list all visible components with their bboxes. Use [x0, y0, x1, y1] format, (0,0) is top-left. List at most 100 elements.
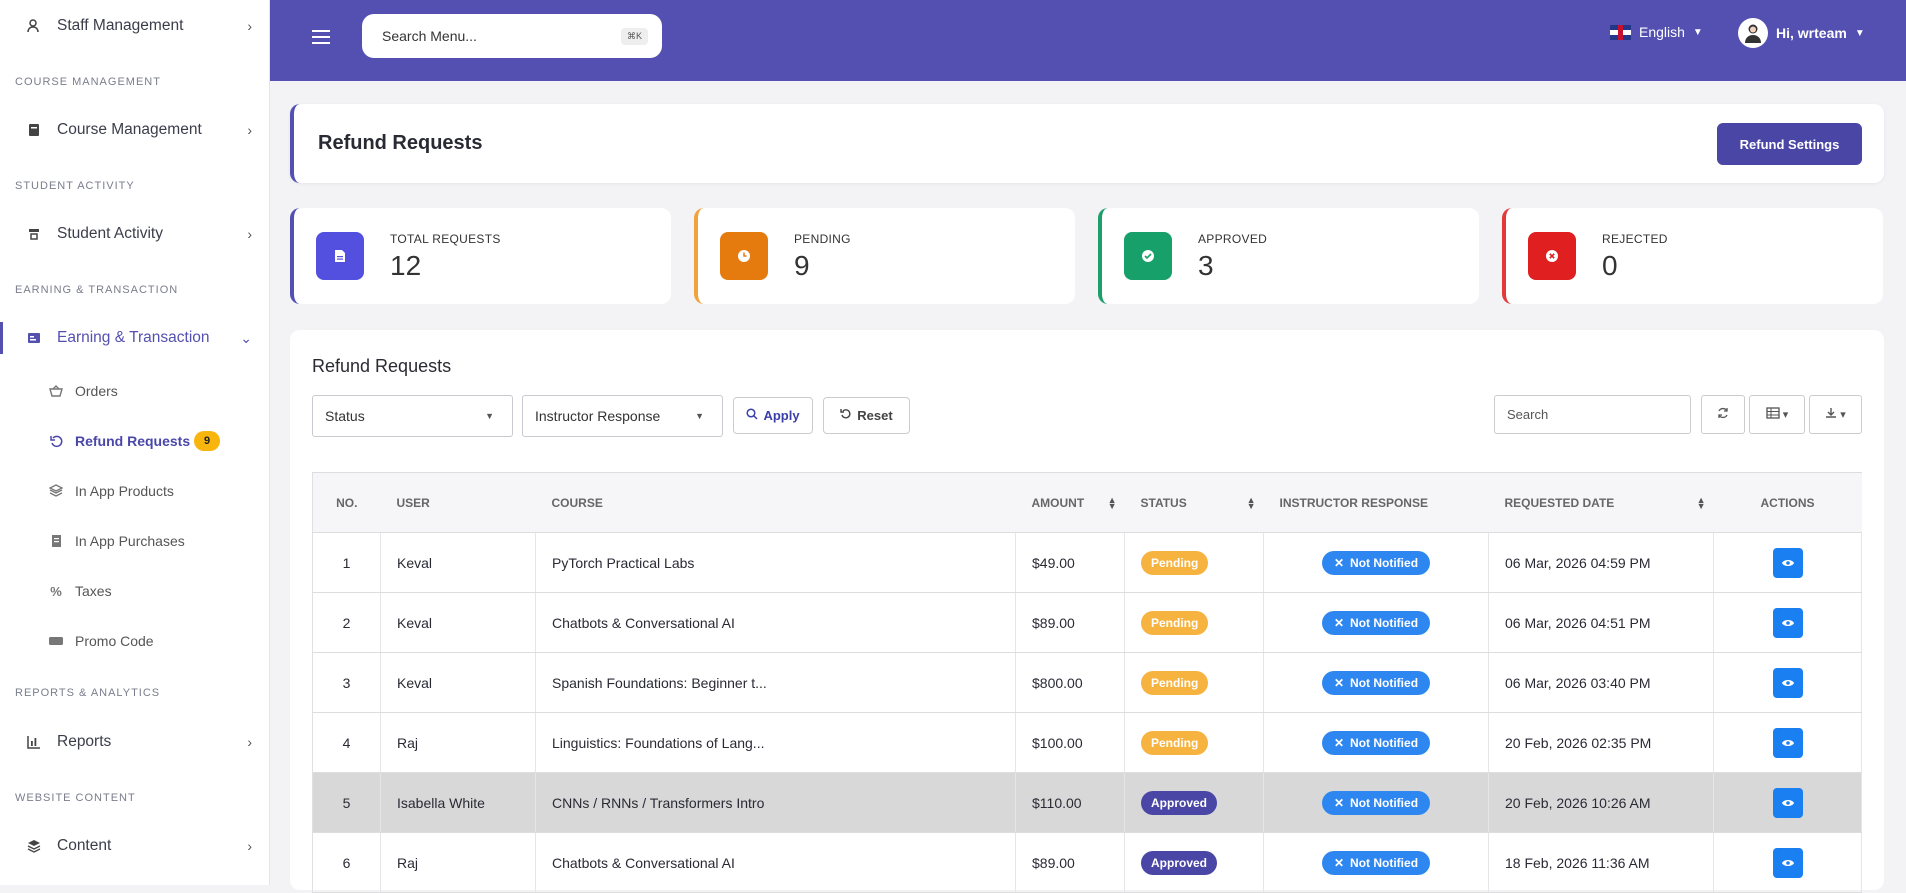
sidebar-item-content[interactable]: Content › [0, 826, 269, 866]
menu-search-input[interactable]: Search Menu... ⌘K [362, 14, 662, 58]
sidebar-subitem-label: Taxes [75, 583, 112, 599]
sidebar-subitem-label: In App Products [75, 483, 174, 499]
close-icon: ✕ [1333, 615, 1345, 630]
response-label: Not Notified [1350, 615, 1419, 630]
status-badge: Pending [1141, 670, 1209, 695]
cell-no: 3 [312, 652, 381, 713]
cell-amount: $100.00 [1015, 712, 1125, 773]
cell-date: 20 Feb, 2026 02:35 PM [1488, 712, 1714, 773]
cell-amount: $89.00 [1015, 832, 1125, 893]
close-icon: ✕ [1333, 735, 1345, 750]
view-button[interactable] [1772, 787, 1803, 818]
document-icon [316, 232, 364, 280]
avatar [1738, 18, 1768, 48]
receipt-icon [49, 534, 63, 548]
table-row: 4 Raj Linguistics: Foundations of Lang..… [312, 712, 1862, 773]
columns-toggle-button[interactable]: ▾ [1749, 395, 1805, 434]
cell-no: 6 [312, 832, 381, 893]
cell-user: Keval [380, 532, 536, 593]
cell-no: 4 [312, 712, 381, 773]
sidebar-item-course-management[interactable]: Course Management › [0, 110, 269, 150]
keyboard-shortcut-hint: ⌘K [620, 28, 648, 45]
view-button[interactable] [1772, 547, 1803, 578]
chevron-down-icon: ⌄ [240, 329, 252, 346]
status-badge: Pending [1141, 730, 1209, 755]
sidebar-subitem-in-app-purchases[interactable]: In App Purchases [0, 524, 269, 558]
column-header-status[interactable]: STATUS ▲ ▼ [1124, 472, 1264, 533]
table-grid-icon [1766, 407, 1780, 422]
sort-icon: ▲ ▼ [1246, 495, 1256, 511]
status-badge: Approved [1141, 790, 1218, 815]
cell-status: Pending [1124, 652, 1264, 713]
column-header-amount[interactable]: AMOUNT ▲ ▼ [1015, 472, 1125, 533]
sidebar-item-staff-management[interactable]: Staff Management › [0, 6, 269, 46]
sidebar-subitem-taxes[interactable]: % Taxes [0, 574, 269, 608]
sidebar-subitem-orders[interactable]: Orders [0, 374, 269, 408]
caret-down-icon: ▼ [485, 411, 494, 421]
column-header: COURSE [535, 472, 1016, 533]
refresh-icon [1716, 406, 1730, 423]
response-label: Not Notified [1350, 855, 1419, 870]
section-course-management: COURSE MANAGEMENT [15, 76, 161, 88]
section-reports-analytics: REPORTS & ANALYTICS [15, 687, 161, 699]
eye-icon [1781, 739, 1794, 746]
user-cog-icon [27, 19, 41, 33]
stat-label: REJECTED [1602, 232, 1668, 246]
column-label: REQUESTED DATE [1504, 495, 1615, 510]
refresh-button[interactable] [1701, 395, 1745, 434]
language-selector[interactable]: English ▼ [1610, 24, 1703, 40]
stat-value: 12 [390, 250, 422, 281]
layers-icon [27, 839, 41, 853]
eye-icon [1781, 619, 1794, 626]
refund-table-card: Refund Requests Status ▼ Instructor Resp… [290, 330, 1884, 893]
sidebar-subitem-label: In App Purchases [75, 533, 185, 549]
sidebar-item-reports[interactable]: Reports › [0, 722, 269, 762]
sidebar-item-earning-transaction[interactable]: Earning & Transaction ⌄ [0, 318, 269, 358]
instructor-response-filter-select[interactable]: Instructor Response ▼ [522, 395, 723, 437]
response-badge: ✕ Not Notified [1321, 850, 1431, 875]
sidebar-item-label: Staff Management [57, 17, 184, 34]
user-menu[interactable]: Hi, wrteam ▼ [1738, 18, 1865, 48]
topbar: Search Menu... ⌘K English ▼ Hi, wrteam ▼ [270, 0, 1906, 81]
cell-actions [1713, 652, 1862, 713]
status-badge: Pending [1141, 550, 1209, 575]
table-row: 5 Isabella White CNNs / RNNs / Transform… [312, 772, 1862, 833]
apply-button[interactable]: Apply [733, 397, 813, 434]
chevron-right-icon: › [247, 18, 252, 34]
search-icon [746, 408, 758, 423]
chevron-right-icon: › [247, 734, 252, 750]
view-button[interactable] [1772, 847, 1803, 878]
status-filter-select[interactable]: Status ▼ [312, 395, 513, 437]
cell-user: Raj [380, 832, 536, 893]
close-icon: ✕ [1333, 555, 1345, 570]
sidebar-item-student-activity[interactable]: Student Activity › [0, 214, 269, 254]
cell-actions [1713, 772, 1862, 833]
sidebar-subitem-refund-requests[interactable]: Refund Requests 9 [0, 424, 269, 458]
sidebar-subitem-promo-code[interactable]: Promo Code [0, 624, 269, 658]
table-search-input[interactable]: Search [1494, 395, 1691, 434]
export-button[interactable]: ▾ [1809, 395, 1862, 434]
sidebar-subitem-label: Promo Code [75, 633, 154, 649]
cell-no: 1 [312, 532, 381, 593]
refund-settings-button[interactable]: Refund Settings [1717, 123, 1862, 165]
view-button[interactable] [1772, 727, 1803, 758]
page-header: Refund Requests Refund Settings [290, 104, 1884, 183]
cell-course: Chatbots & Conversational AI [535, 832, 1016, 893]
caret-down-icon: ▾ [1840, 409, 1846, 421]
cell-date: 06 Mar, 2026 04:51 PM [1488, 592, 1714, 653]
close-icon: ✕ [1333, 855, 1345, 870]
hamburger-menu-icon[interactable] [312, 30, 330, 44]
language-label: English [1639, 24, 1685, 40]
response-badge: ✕ Not Notified [1321, 550, 1431, 575]
cell-response: ✕ Not Notified [1263, 652, 1489, 713]
view-button[interactable] [1772, 667, 1803, 698]
reset-button[interactable]: Reset [823, 397, 910, 434]
sidebar-subitem-in-app-products[interactable]: In App Products [0, 474, 269, 508]
cell-response: ✕ Not Notified [1263, 712, 1489, 773]
view-button[interactable] [1772, 607, 1803, 638]
wallet-icon [27, 331, 41, 345]
column-header-date[interactable]: REQUESTED DATE ▲ ▼ [1488, 472, 1714, 533]
reset-label: Reset [857, 408, 893, 423]
uk-flag-icon [1610, 24, 1631, 40]
activity-icon [27, 227, 41, 241]
